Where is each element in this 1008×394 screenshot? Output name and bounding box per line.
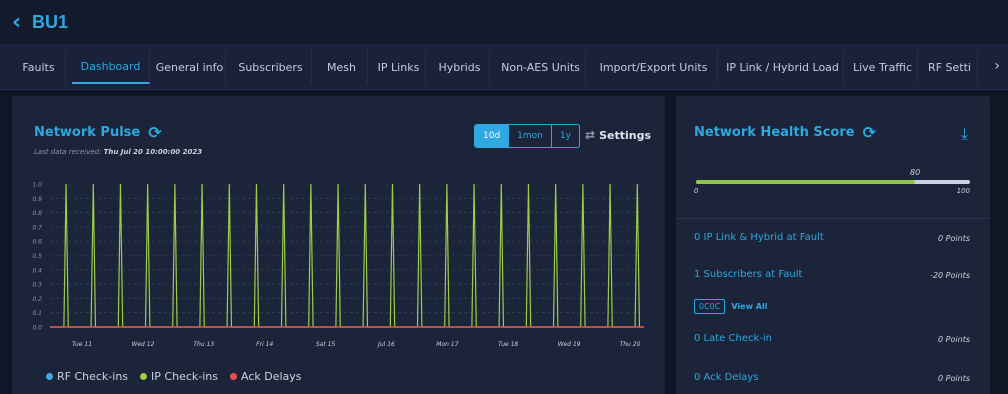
health-score-min: 0 [694, 187, 699, 195]
network-health-card: Network Health Score ⟳ ⤓ 80 0 100 0 IP L… [676, 96, 990, 394]
y-tick-label: 0.6 [32, 239, 42, 246]
health-score-bar [696, 180, 970, 184]
download-icon[interactable]: ⤓ [961, 124, 968, 144]
tab-subscribers[interactable]: Subscribers [230, 50, 312, 84]
x-tick-label: Jul 16 [377, 341, 395, 348]
late-checkin-row[interactable]: 0 Late Check-in [694, 333, 772, 344]
divider [676, 218, 990, 219]
x-tick-label: Mon 17 [436, 341, 458, 348]
chart-legend: RF Check-ins IP Check-ins Ack Delays [46, 370, 302, 383]
refresh-icon[interactable]: ⟳ [863, 123, 876, 142]
page-title: BU1 [32, 11, 69, 32]
network-pulse-card: Network Pulse ⟳ Last data received: Thu … [12, 96, 665, 394]
tab-ip-link-hybrid-load[interactable]: IP Link / Hybrid Load [722, 50, 844, 84]
subscribers-fault-points: -20 Points [930, 271, 970, 280]
network-pulse-chart: 0.0 0.1 0.2 0.3 0.4 0.5 0.6 0.7 0.8 0.9 1.0 Tue 11 W… [32, 182, 644, 348]
y-tick-label: 0.3 [32, 282, 42, 289]
legend-label: Ack Delays [241, 370, 302, 383]
legend-label: RF Check-ins [57, 370, 129, 383]
ip-link-fault-points: 0 Points [938, 234, 970, 243]
tab-bar: Faults Dashboard General info Subscribers Me… [0, 44, 1008, 90]
tab-dashboard[interactable]: Dashboard [72, 50, 150, 84]
tab-rf-setti[interactable]: RF Setti [922, 50, 978, 84]
legend-dot-icon [140, 373, 148, 380]
health-score-value: 80 [910, 168, 921, 177]
tab-mesh[interactable]: Mesh [316, 50, 368, 84]
back-chevron-icon[interactable]: ‹ [12, 10, 28, 35]
tab-faults[interactable]: Faults [12, 50, 66, 84]
x-tick-label: Thu 20 [620, 341, 641, 348]
subscriber-tag-chip[interactable]: 0C0C [694, 299, 726, 314]
y-tick-label: 0.8 [32, 210, 42, 217]
health-score-fill [696, 180, 916, 184]
legend-dot-icon [46, 373, 53, 380]
x-tick-label: Thu 13 [193, 341, 214, 348]
fault-tag-group: 0C0C View All [694, 299, 767, 314]
tab-general-info[interactable]: General info [154, 50, 226, 84]
y-tick-label: 0.5 [32, 253, 42, 260]
tab-live-traffic[interactable]: Live Traffic [848, 50, 918, 84]
x-tick-label: Tue 11 [72, 341, 92, 348]
x-tick-label: Wed 19 [558, 341, 581, 348]
health-heading: Network Health Score ⟳ [694, 123, 876, 142]
health-title: Network Health Score [694, 125, 855, 140]
x-tick-label: Fri 14 [256, 341, 273, 348]
tab-ip-links[interactable]: IP Links [372, 50, 426, 84]
legend-label: IP Check-ins [151, 370, 218, 383]
x-tick-label: Tue 18 [498, 341, 518, 348]
ack-delays-row[interactable]: 0 Ack Delays [694, 372, 759, 383]
legend-rf-checkins[interactable]: RF Check-ins [46, 370, 128, 383]
x-tick-label: Wed 12 [131, 341, 154, 348]
y-tick-label: 0.4 [32, 267, 42, 274]
tab-non-aes-units[interactable]: Non-AES Units [496, 50, 586, 84]
tab-import-export-units[interactable]: Import/Export Units [590, 50, 718, 84]
legend-ack-delays[interactable]: Ack Delays [230, 370, 302, 383]
top-bar: ‹ BU1 [0, 0, 1008, 44]
ip-link-fault-row[interactable]: 0 IP Link & Hybrid at Fault [694, 232, 824, 243]
y-tick-label: 0.2 [32, 296, 42, 303]
late-checkin-points: 0 Points [938, 335, 970, 344]
tab-hybrids[interactable]: Hybrids [430, 50, 490, 84]
chevron-right-icon[interactable]: › [994, 58, 1000, 74]
health-score-max: 100 [956, 187, 970, 195]
x-tick-label: Sat 15 [316, 341, 336, 348]
ack-delays-points: 0 Points [938, 374, 970, 383]
y-tick-label: 0.7 [32, 224, 42, 231]
y-tick-label: 1.0 [32, 182, 42, 189]
view-all-link[interactable]: View All [731, 302, 767, 311]
y-tick-label: 0.1 [32, 310, 42, 317]
subscribers-fault-row[interactable]: 1 Subscribers at Fault [694, 269, 802, 280]
y-tick-label: 0.9 [32, 196, 42, 203]
legend-dot-icon [230, 373, 237, 380]
y-tick-label: 0.0 [32, 325, 42, 332]
legend-ip-checkins[interactable]: IP Check-ins [140, 370, 218, 383]
